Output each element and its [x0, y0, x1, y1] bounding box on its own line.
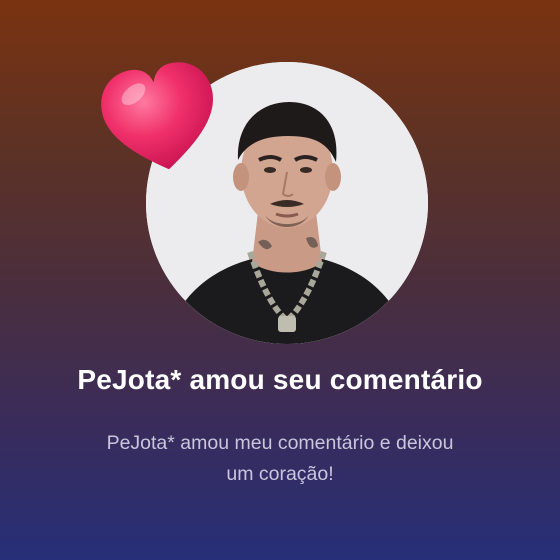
notification-message: PeJota* amou meu comentário e deixou um … [60, 428, 500, 490]
notification-message-line: um coração! [226, 463, 334, 485]
heart-icon [101, 62, 213, 170]
notification-message-line: PeJota* amou meu comentário e deixou [106, 432, 454, 454]
notification-title: PeJota* amou seu comentário [77, 364, 483, 395]
